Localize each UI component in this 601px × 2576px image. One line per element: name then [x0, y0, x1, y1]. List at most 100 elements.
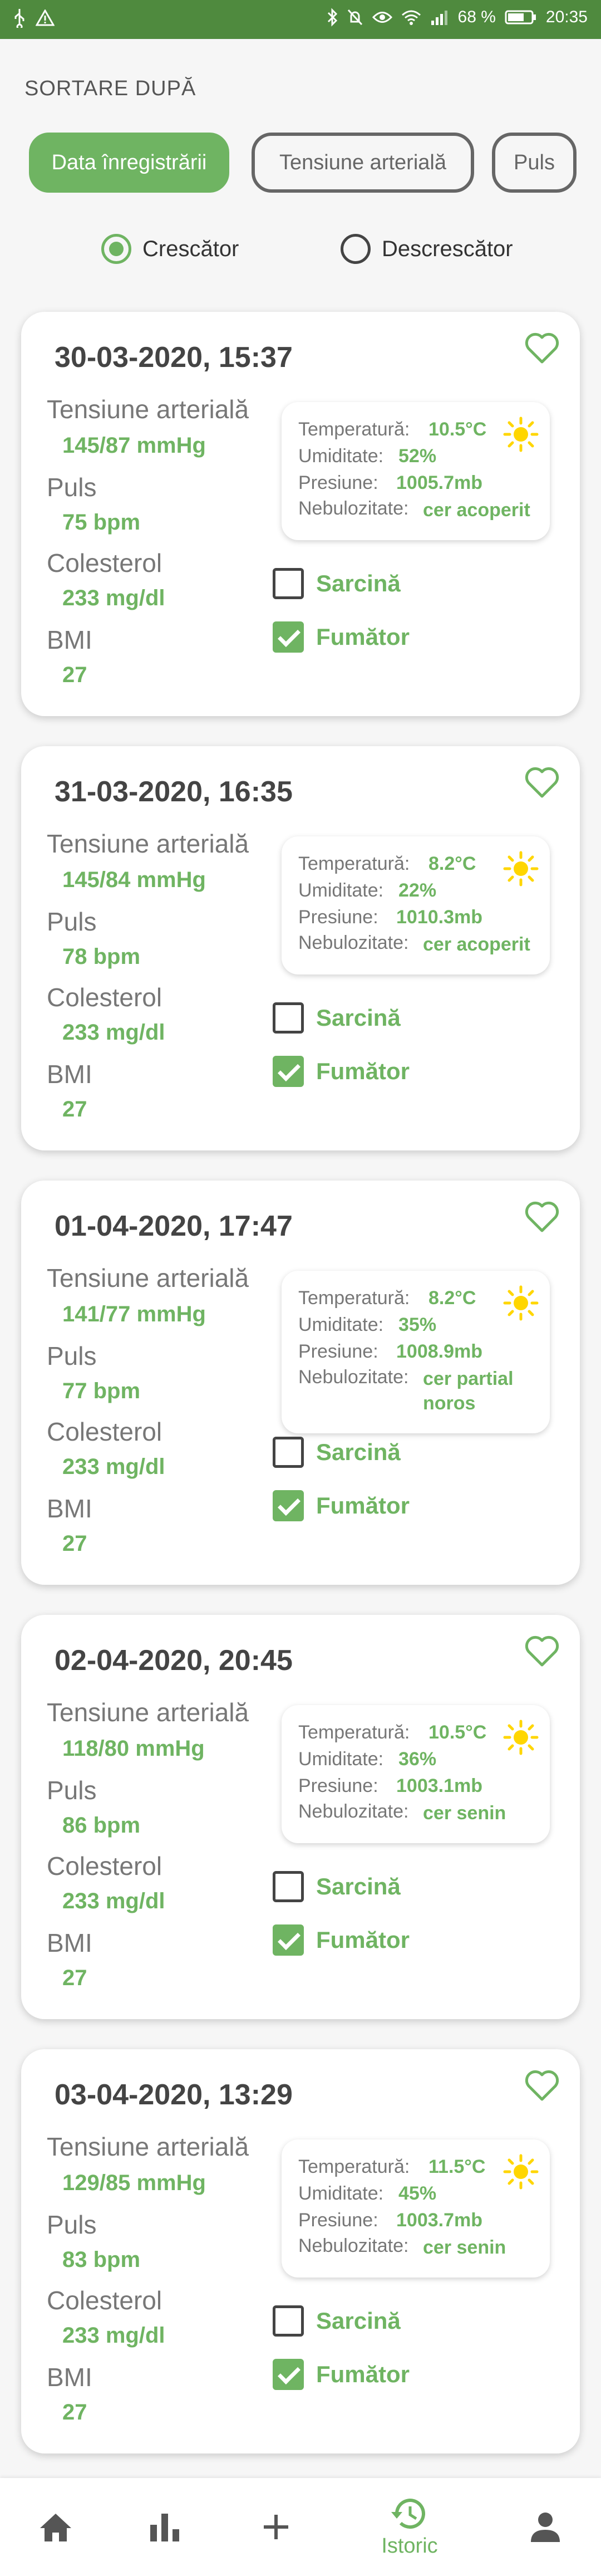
pregnancy-checkbox[interactable]: [273, 1437, 304, 1468]
signal-icon: [431, 11, 447, 25]
bp-value: 118/80 mmHg: [62, 1736, 205, 1761]
weather-box: Temperatură: 10.5°C Umiditate: 36% Presiun…: [282, 1705, 550, 1843]
sun-icon: [503, 2154, 539, 2190]
temperature-value: 8.2°C: [428, 1287, 476, 1309]
bottom-nav: Istoric: [0, 2478, 601, 2576]
radio-button[interactable]: [101, 234, 131, 264]
cloudiness-value: cer acoperit: [423, 934, 530, 955]
pregnancy-checkbox-row[interactable]: Sarcină: [273, 1002, 401, 1034]
heart-icon[interactable]: [524, 332, 560, 365]
pregnancy-label: Sarcină: [316, 1439, 401, 1465]
chip-blood-pressure[interactable]: Tensiune arterială: [252, 133, 474, 193]
pregnancy-checkbox[interactable]: [273, 1002, 304, 1034]
record-card[interactable]: 03-04-2020, 13:29 Tensiune arterială 129…: [21, 2049, 580, 2453]
nav-add[interactable]: [254, 2478, 298, 2576]
temperature-label: Temperatură:: [298, 1287, 410, 1309]
cholesterol-value: 233 mg/dl: [62, 1020, 165, 1045]
smoker-checkbox[interactable]: [273, 2359, 304, 2390]
cloudiness-row: Nebulozitate: cer senin: [298, 2235, 506, 2258]
humidity-row: Umiditate: 35%: [298, 1314, 436, 1336]
cloudiness-label: Nebulozitate:: [298, 2235, 409, 2256]
pulse-label: Puls: [47, 1341, 97, 1370]
bp-label: Tensiune arterială: [47, 829, 249, 858]
nav-statistics[interactable]: [142, 2478, 187, 2576]
weather-box: Temperatură: 11.5°C Umiditate: 45% Presiun…: [282, 2139, 550, 2278]
pregnancy-checkbox-row[interactable]: Sarcină: [273, 1437, 401, 1468]
chip-label: Puls: [514, 150, 555, 174]
temperature-value: 10.5°C: [428, 1722, 487, 1743]
record-card[interactable]: 01-04-2020, 17:47 Tensiune arterială 141…: [21, 1181, 580, 1585]
plus-icon: [264, 2515, 288, 2539]
nav-history[interactable]: Istoric: [371, 2478, 449, 2576]
eye-icon: [372, 12, 392, 23]
humidity-label: Umiditate:: [298, 1749, 384, 1770]
bmi-label: BMI: [47, 1494, 92, 1523]
bmi-value: 27: [62, 663, 87, 687]
status-bar: 68 % 20:35: [0, 0, 601, 39]
radio-button[interactable]: [341, 234, 371, 264]
cloudiness-label: Nebulozitate:: [298, 1367, 409, 1388]
record-date: 01-04-2020, 17:47: [55, 1210, 293, 1242]
usb-icon: [14, 9, 24, 28]
pregnancy-checkbox-row[interactable]: Sarcină: [273, 2305, 401, 2337]
cloudiness-row: Nebulozitate: cer partial noros: [298, 1367, 514, 1414]
radio-descending[interactable]: Descrescător: [341, 234, 513, 264]
record-card[interactable]: 30-03-2020, 15:37 Tensiune arterială 145…: [21, 312, 580, 716]
record-card[interactable]: 02-04-2020, 20:45 Tensiune arterială 118…: [21, 1615, 580, 2019]
pressure-row: Presiune: 1005.7mb: [298, 472, 482, 494]
battery-icon: [505, 10, 536, 25]
humidity-value: 45%: [398, 2183, 437, 2204]
temperature-row: Temperatură: 8.2°C: [298, 1287, 476, 1309]
record-card[interactable]: 31-03-2020, 16:35 Tensiune arterială 145…: [21, 746, 580, 1150]
radio-ascending[interactable]: Crescător: [101, 234, 239, 264]
heart-icon[interactable]: [524, 2069, 560, 2103]
temperature-label: Temperatură:: [298, 1722, 410, 1743]
pregnancy-checkbox[interactable]: [273, 1871, 304, 1902]
pressure-value: 1005.7mb: [396, 472, 482, 493]
heart-icon[interactable]: [524, 1201, 560, 1234]
smoker-label: Fumător: [316, 2361, 410, 2387]
cloudiness-value: cer partial noros: [423, 1367, 514, 1416]
bmi-label: BMI: [47, 625, 92, 654]
cloudiness-value: cer acoperit: [423, 499, 530, 521]
bp-value: 145/84 mmHg: [62, 868, 206, 892]
bmi-value: 27: [62, 1097, 87, 1122]
pressure-label: Presiune:: [298, 472, 378, 493]
smoker-checkbox-row[interactable]: Fumător: [273, 621, 410, 653]
smoker-checkbox[interactable]: [273, 621, 304, 653]
smoker-checkbox[interactable]: [273, 1056, 304, 1087]
smoker-checkbox[interactable]: [273, 1924, 304, 1956]
temperature-row: Temperatură: 10.5°C: [298, 419, 486, 440]
chip-record-date[interactable]: Data înregistrării: [29, 133, 229, 193]
nav-profile[interactable]: [523, 2478, 568, 2576]
pregnancy-label: Sarcină: [316, 1005, 401, 1031]
heart-icon[interactable]: [524, 1635, 560, 1668]
smoker-checkbox-row[interactable]: Fumător: [273, 1924, 410, 1956]
smoker-checkbox-row[interactable]: Fumător: [273, 1056, 410, 1087]
pressure-label: Presiune:: [298, 2210, 378, 2231]
bp-label: Tensiune arterială: [47, 2132, 249, 2161]
smoker-label: Fumător: [316, 1058, 410, 1084]
chip-pulse[interactable]: Puls: [492, 133, 577, 193]
smoker-checkbox-row[interactable]: Fumător: [273, 1490, 410, 1521]
smoker-checkbox-row[interactable]: Fumător: [273, 2359, 410, 2390]
pulse-value: 83 bpm: [62, 2247, 141, 2272]
sun-icon: [503, 851, 539, 887]
pressure-row: Presiune: 1003.1mb: [298, 1775, 482, 1797]
temperature-value: 11.5°C: [428, 2156, 486, 2177]
weather-box: Temperatură: 10.5°C Umiditate: 52% Presiun…: [282, 402, 550, 540]
smoker-checkbox[interactable]: [273, 1490, 304, 1521]
pressure-value: 1008.9mb: [396, 1341, 482, 1362]
cloudiness-row: Nebulozitate: cer senin: [298, 1801, 506, 1824]
pregnancy-checkbox-row[interactable]: Sarcină: [273, 1871, 401, 1902]
pregnancy-checkbox[interactable]: [273, 568, 304, 599]
bmi-label: BMI: [47, 1060, 92, 1089]
nav-home[interactable]: [33, 2478, 78, 2576]
heart-icon[interactable]: [524, 766, 560, 800]
pregnancy-checkbox-row[interactable]: Sarcină: [273, 568, 401, 599]
pregnancy-checkbox[interactable]: [273, 2305, 304, 2337]
person-icon: [531, 2513, 560, 2542]
pulse-value: 77 bpm: [62, 1379, 141, 1403]
battery-percent: 68 %: [457, 8, 496, 26]
bp-value: 129/85 mmHg: [62, 2171, 206, 2195]
